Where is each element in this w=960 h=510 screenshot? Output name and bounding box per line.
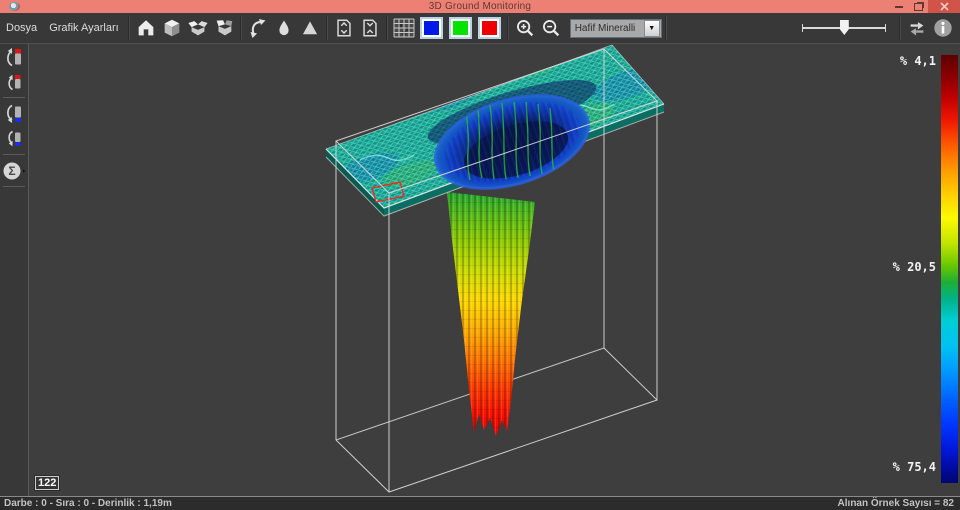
rotate-arrows-icon (246, 17, 270, 39)
mineral-type-value: Hafif Mineralli (571, 23, 644, 34)
red-swatch (482, 21, 497, 35)
rotate-layer-down-button[interactable] (0, 101, 28, 126)
toolbar-separator (128, 16, 130, 40)
window-title: 3D Ground Monitoring (0, 0, 960, 13)
rotate-layer-up-button[interactable] (0, 44, 28, 69)
zoom-in-button[interactable] (512, 15, 538, 41)
minimize-icon (895, 6, 903, 8)
cone-icon (300, 18, 320, 38)
rotate-layer-down-blue-icon (3, 103, 25, 125)
slider-tick-left (802, 24, 803, 32)
fold-box-button[interactable] (211, 15, 237, 41)
sidebar-separator (3, 154, 25, 155)
counter-badge: 122 (35, 476, 59, 490)
sigma-icon: Σ (1, 160, 27, 182)
blue-swatch (424, 21, 439, 35)
rotate-step-up-red-icon (3, 71, 25, 93)
zoom-out-icon (540, 17, 562, 39)
color-red-button[interactable] (478, 17, 501, 39)
home-view-button[interactable] (133, 15, 159, 41)
unfold-box-button[interactable] (185, 15, 211, 41)
document-expand-icon (333, 17, 355, 39)
status-sample-count: Alınan Örnek Sayısı = 82 (838, 498, 960, 509)
ground-scene[interactable] (29, 44, 960, 496)
colorbar-label-middle: % 20,5 (866, 260, 936, 274)
toolbar-separator (240, 16, 242, 40)
sidebar-separator (3, 97, 25, 98)
menu-grafik-ayarlari[interactable]: Grafik Ayarları (43, 13, 125, 43)
zoom-in-icon (514, 17, 536, 39)
close-button[interactable] (928, 0, 960, 13)
info-icon (932, 17, 954, 39)
droplet-button[interactable] (271, 15, 297, 41)
slider-handle[interactable] (840, 20, 849, 35)
maximize-button[interactable] (909, 0, 927, 13)
document-collapse-icon (359, 17, 381, 39)
fold-box-icon (213, 17, 235, 39)
status-bar: Darbe : 0 - Sıra : 0 - Derinlik : 1,19m … (0, 496, 960, 510)
colorbar-label-bottom: % 75,4 (866, 460, 936, 474)
cone-button[interactable] (297, 15, 323, 41)
sum-sigma-button[interactable]: Σ (0, 158, 28, 183)
maximize-icon (914, 3, 923, 11)
plume (447, 192, 535, 436)
caret-down-icon: ▼ (648, 25, 655, 32)
grid-icon (393, 18, 415, 38)
surface-slab (320, 44, 670, 216)
collapse-report-button[interactable] (357, 15, 383, 41)
info-button[interactable] (930, 15, 956, 41)
menu-dosya[interactable]: Dosya (0, 13, 43, 43)
swap-arrows-icon (906, 18, 928, 38)
home-icon (135, 17, 157, 39)
close-icon (940, 2, 949, 11)
minimize-button[interactable] (890, 0, 908, 13)
rotate-step-down-blue-icon (3, 128, 25, 150)
opacity-slider[interactable] (802, 18, 886, 38)
rotate-step-up-button[interactable] (0, 69, 28, 94)
toolbar-separator (386, 16, 388, 40)
left-sidebar: Σ (0, 44, 29, 496)
colorbar-label-top: % 4,1 (866, 54, 936, 68)
swap-view-button[interactable] (904, 15, 930, 41)
mineral-type-dropdown[interactable]: Hafif Mineralli ▼ (570, 19, 662, 38)
color-green-button[interactable] (449, 17, 472, 39)
svg-text:Σ: Σ (8, 164, 15, 178)
viewport-3d[interactable]: % 4,1 % 20,5 % 75,4 122 (29, 44, 960, 496)
expand-report-button[interactable] (331, 15, 357, 41)
cube-icon (161, 17, 183, 39)
rotate-view-button[interactable] (245, 15, 271, 41)
slider-tick-right (885, 24, 886, 32)
toolbar-separator (899, 16, 901, 40)
toolbar-separator (665, 16, 667, 40)
toolbar-separator (507, 16, 509, 40)
color-blue-button[interactable] (420, 17, 443, 39)
toolbar: Dosya Grafik Ayarları (0, 13, 960, 44)
sidebar-separator (3, 186, 25, 187)
zoom-out-button[interactable] (538, 15, 564, 41)
title-bar: 3D Ground Monitoring (0, 0, 960, 13)
toolbar-separator (326, 16, 328, 40)
green-swatch (453, 21, 468, 35)
droplet-icon (274, 18, 294, 38)
status-depth-info: Darbe : 0 - Sıra : 0 - Derinlik : 1,19m (0, 498, 172, 509)
colorbar (941, 55, 958, 483)
rotate-step-down-button[interactable] (0, 126, 28, 151)
dropdown-caret[interactable]: ▼ (644, 20, 660, 37)
unfold-box-icon (187, 17, 209, 39)
cube-view-button[interactable] (159, 15, 185, 41)
app-window: 3D Ground Monitoring Dosya Grafik Ayarla… (0, 0, 960, 510)
mesh-grid-button[interactable] (391, 15, 417, 41)
rotate-layer-up-red-icon (3, 46, 25, 68)
